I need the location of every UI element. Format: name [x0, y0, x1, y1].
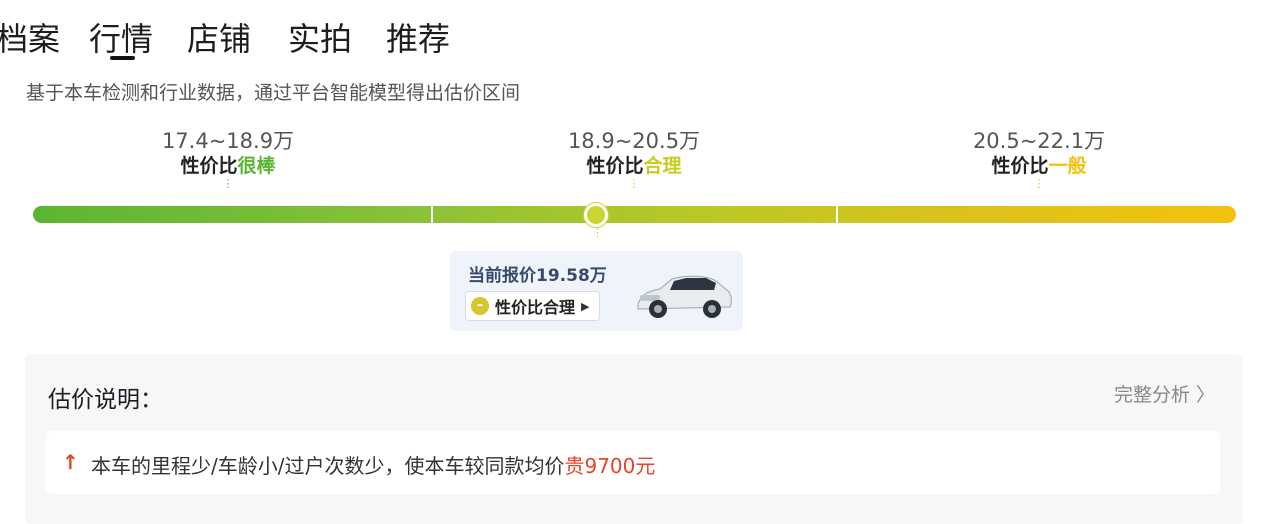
reason-row: ↑ 本车的里程少/车龄小/过户次数少，使本车较同款均价贵9700元 [46, 431, 1220, 494]
band-range: 20.5~22.1万 [972, 129, 1106, 153]
reason-amount: 贵9700元 [564, 454, 656, 478]
tab-market[interactable]: 行情 [89, 14, 153, 60]
price-band-great: 17.4~18.9万 性价比很棒 ⋮ [28, 128, 428, 189]
car-thumbnail [637, 275, 732, 318]
band-dots: ⋮ [1033, 177, 1045, 190]
neutral-face-icon: – [471, 297, 489, 315]
up-arrow-icon: ↑ [62, 450, 79, 474]
verdict-label: 性价比合理 [495, 298, 576, 317]
price-gradient-bar [33, 206, 1236, 223]
tab-recommend[interactable]: 推荐 [386, 14, 450, 60]
tab-bar: 档案 行情 店铺 实拍 推荐 [0, 0, 1268, 70]
tab-photos[interactable]: 实拍 [288, 14, 352, 60]
band-verdict-prefix: 性价比 [586, 155, 644, 177]
bar-divider [836, 206, 838, 223]
chevron-right-icon: 〉 [1195, 384, 1215, 406]
band-verdict: 性价比很棒 [28, 154, 428, 178]
band-dots: ⋮ [628, 177, 640, 190]
valuation-explanation: 估价说明： 完整分析〉 ↑ 本车的里程少/车龄小/过户次数少，使本车较同款均价贵… [25, 354, 1243, 524]
active-tab-indicator [110, 56, 135, 60]
current-price-label: 当前报价19.58万 [468, 266, 607, 286]
reason-body: 本车的里程少/车龄小/过户次数少，使本车较同款均价 [91, 454, 565, 478]
reason-text: 本车的里程少/车龄小/过户次数少，使本车较同款均价贵9700元 [91, 450, 655, 479]
full-analysis-link[interactable]: 完整分析〉 [1114, 380, 1215, 407]
tab-archive[interactable]: 档案 [0, 14, 60, 60]
marker-dots: ⋮ [592, 226, 603, 239]
band-verdict-prefix: 性价比 [991, 155, 1049, 177]
band-verdict-level: 很棒 [237, 155, 276, 177]
bar-divider [431, 206, 433, 223]
current-price-marker [584, 203, 608, 227]
band-verdict-prefix: 性价比 [180, 155, 238, 177]
band-verdict-level: 一般 [1048, 155, 1087, 177]
valuation-subtitle: 基于本车检测和行业数据，通过平台智能模型得出估价区间 [26, 82, 521, 104]
band-verdict: 性价比合理 [434, 154, 834, 178]
tab-store[interactable]: 店铺 [187, 14, 251, 60]
current-price-card: 当前报价19.58万 – 性价比合理 ▶ [450, 251, 743, 331]
band-verdict: 性价比一般 [839, 154, 1239, 178]
price-band-average: 20.5~22.1万 性价比一般 ⋮ [839, 128, 1239, 189]
explanation-title: 估价说明： [48, 387, 163, 413]
band-verdict-level: 合理 [643, 155, 682, 177]
play-arrow-icon: ▶ [581, 299, 590, 313]
full-analysis-label: 完整分析 [1113, 384, 1190, 406]
band-range: 17.4~18.9万 [161, 129, 295, 153]
band-dots: ⋮ [222, 177, 234, 190]
verdict-button[interactable]: – 性价比合理 ▶ [465, 291, 601, 321]
price-band-reasonable: 18.9~20.5万 性价比合理 ⋮ [434, 128, 834, 189]
band-range: 18.9~20.5万 [567, 129, 701, 153]
